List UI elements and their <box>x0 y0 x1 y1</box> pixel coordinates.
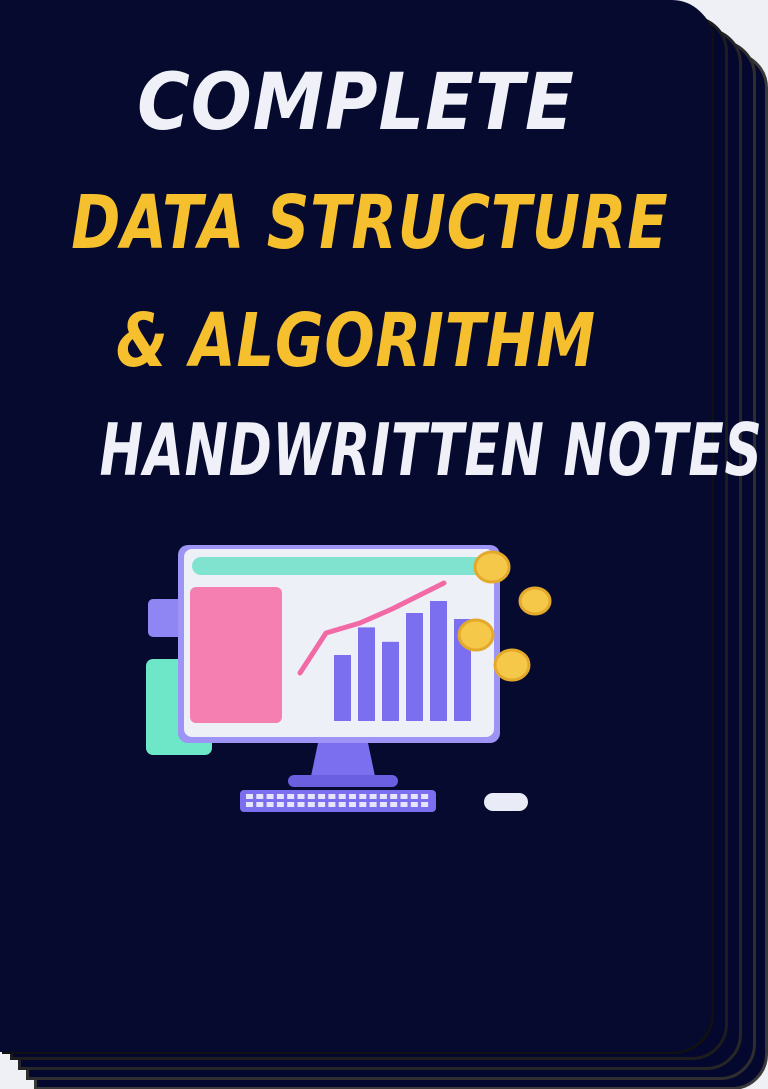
keyboard-icon <box>240 790 436 812</box>
keyboard-key <box>307 802 315 807</box>
keyboard-key <box>256 802 264 807</box>
keyboard-key <box>421 794 429 799</box>
coin-icon <box>457 618 495 652</box>
keyboard-key <box>246 794 253 799</box>
keyboard-key <box>338 794 346 799</box>
keyboard-key <box>379 794 387 799</box>
keyboard-key <box>369 802 377 807</box>
keyboard-key <box>390 802 398 807</box>
keyboard-key <box>276 802 284 807</box>
chart-bar <box>406 613 423 721</box>
keyboard-key <box>390 794 398 799</box>
keyboard-key <box>266 794 274 799</box>
chart-bar <box>430 601 447 721</box>
keyboard-key <box>400 794 408 799</box>
screen-header-bar <box>192 557 488 575</box>
mouse-icon <box>484 793 528 811</box>
keyboard-key <box>307 794 315 799</box>
pink-panel <box>190 587 282 723</box>
keyboard-key <box>338 802 346 807</box>
title-data-structure: DATA STRUCTURE <box>71 180 669 266</box>
keyboard-key <box>287 802 295 807</box>
keyboard-key <box>421 802 429 807</box>
keyboard-key <box>410 802 418 807</box>
keyboard-key <box>369 794 377 799</box>
keyboard-key <box>359 802 367 807</box>
keyboard-key <box>410 794 418 799</box>
coin-icon <box>493 648 531 682</box>
monitor-illustration <box>146 545 552 812</box>
title-handwritten-notes: HANDWRITTEN NOTES <box>99 408 763 492</box>
chart-bar <box>382 641 399 721</box>
book-cover: COMPLETE DATA STRUCTURE & ALGORITHM HAND… <box>0 0 763 1052</box>
chart-bar <box>358 627 375 721</box>
monitor-base-icon <box>288 775 398 787</box>
title-algorithm: & ALGORITHM <box>116 298 596 384</box>
book-stage: COMPLETE DATA STRUCTURE & ALGORITHM HAND… <box>0 0 768 1089</box>
keyboard-key <box>400 802 408 807</box>
title-complete: COMPLETE <box>137 58 575 148</box>
keyboard-key <box>328 802 336 807</box>
coin-icon <box>518 586 552 616</box>
keyboard-key <box>379 802 387 807</box>
coin-icon <box>473 550 511 584</box>
keyboard-key <box>328 794 336 799</box>
keyboard-key <box>318 802 326 807</box>
keyboard-key <box>297 794 305 799</box>
keyboard-key <box>246 802 253 807</box>
keyboard-key <box>287 794 295 799</box>
keyboard-key <box>276 794 284 799</box>
keyboard-key <box>266 802 274 807</box>
keyboard-key <box>359 794 367 799</box>
keyboard-key <box>318 794 326 799</box>
chart-bar <box>334 655 351 721</box>
keyboard-key <box>349 802 356 807</box>
keyboard-key <box>256 794 264 799</box>
keyboard-key <box>297 802 305 807</box>
keyboard-key <box>349 794 356 799</box>
